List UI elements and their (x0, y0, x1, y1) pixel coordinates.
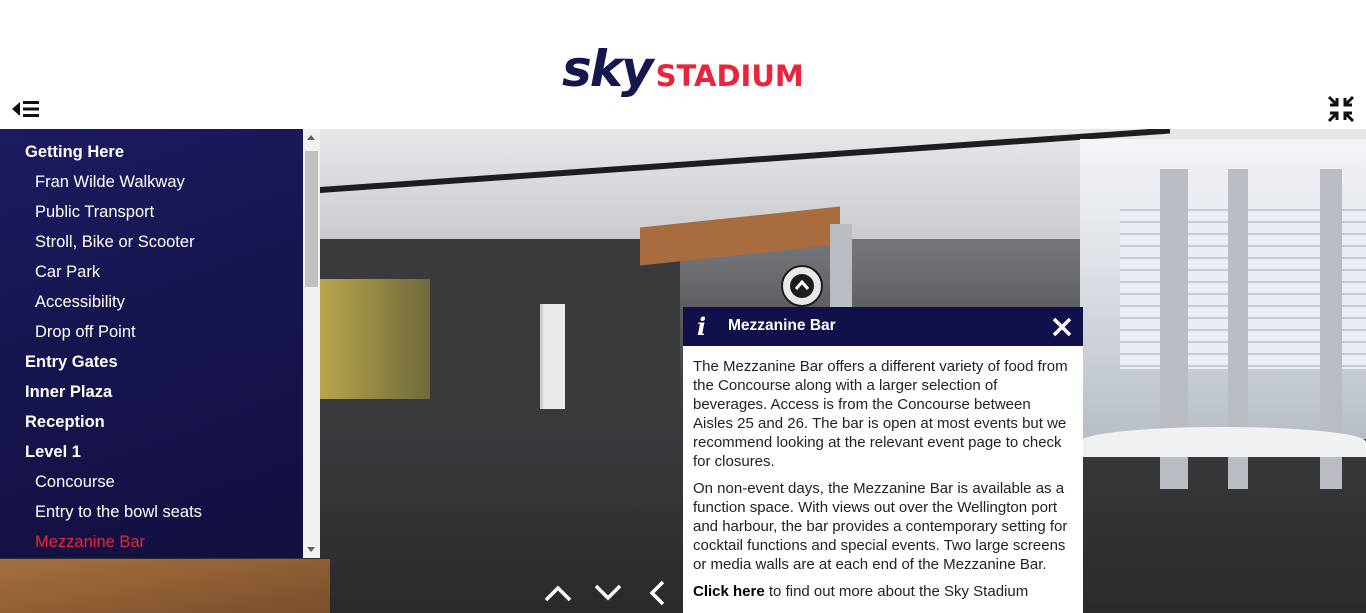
popup-body: The Mezzanine Bar offers a different var… (693, 357, 1073, 609)
sidebar-menu: Getting Here Fran Wilde Walkway Public Tra… (0, 129, 303, 558)
sidebar-item-car-park[interactable]: Car Park (0, 257, 303, 287)
header: sky STADIUM (0, 0, 1366, 129)
sidebar-item-entry-gates[interactable]: Entry Gates (0, 347, 303, 377)
menu-collapse-icon[interactable] (10, 98, 40, 120)
sidebar-item-stroll-bike-or-scooter[interactable]: Stroll, Bike or Scooter (0, 227, 303, 257)
sidebar-item-mezzanine-bar[interactable]: Mezzanine Bar (0, 527, 303, 557)
panorama-screen (320, 279, 430, 399)
panorama-wood-floor (0, 559, 330, 613)
info-popup: i Mezzanine Bar The Mezzanine Bar offers… (683, 307, 1083, 613)
scrollbar-thumb[interactable] (305, 151, 318, 287)
popup-title: Mezzanine Bar (728, 317, 836, 334)
sidebar-item-entry-to-the-bowl-seats[interactable]: Entry to the bowl seats (0, 497, 303, 527)
logo-stadium-text: STADIUM (655, 59, 804, 93)
sidebar-list: Getting Here Fran Wilde Walkway Public Tra… (0, 137, 303, 557)
close-icon[interactable] (1051, 316, 1073, 338)
popup-link-suffix: to find out more about the Sky Stadium (764, 583, 1029, 600)
logo-sky-text: sky (562, 40, 654, 98)
sidebar-item-reception[interactable]: Reception (0, 407, 303, 437)
chevron-up-icon[interactable] (543, 580, 573, 606)
sidebar-item-fran-wilde-walkway[interactable]: Fran Wilde Walkway (0, 167, 303, 197)
scroll-up-icon[interactable] (307, 135, 315, 140)
panorama-kiosk (540, 304, 565, 409)
chevron-left-icon[interactable] (645, 580, 671, 606)
sidebar-item-accessibility[interactable]: Accessibility (0, 287, 303, 317)
sidebar-item-concourse[interactable]: Concourse (0, 467, 303, 497)
popup-paragraph: On non-event days, the Mezzanine Bar is … (693, 480, 1068, 573)
click-here-link[interactable]: Click here (693, 583, 765, 600)
panorama-table (1080, 427, 1366, 457)
scroll-down-icon[interactable] (307, 547, 315, 552)
info-icon: i (697, 312, 707, 341)
sidebar-item-public-transport[interactable]: Public Transport (0, 197, 303, 227)
fullscreen-exit-icon[interactable] (1326, 94, 1356, 124)
sky-stadium-logo[interactable]: sky STADIUM (562, 34, 804, 94)
chevron-down-icon[interactable] (593, 580, 623, 606)
sidebar-item-level-1[interactable]: Level 1 (0, 437, 303, 467)
navigate-hotspot-icon[interactable] (781, 265, 823, 307)
popup-paragraph: The Mezzanine Bar offers a different var… (693, 358, 1068, 470)
popup-paragraph: Click here to find out more about the Sk… (693, 582, 1073, 601)
sidebar-item-inner-plaza[interactable]: Inner Plaza (0, 377, 303, 407)
popup-header: i Mezzanine Bar (683, 307, 1083, 346)
sidebar-item-drop-off-point[interactable]: Drop off Point (0, 317, 303, 347)
sidebar-scrollbar[interactable] (303, 129, 320, 558)
sidebar-item-getting-here[interactable]: Getting Here (0, 137, 303, 167)
